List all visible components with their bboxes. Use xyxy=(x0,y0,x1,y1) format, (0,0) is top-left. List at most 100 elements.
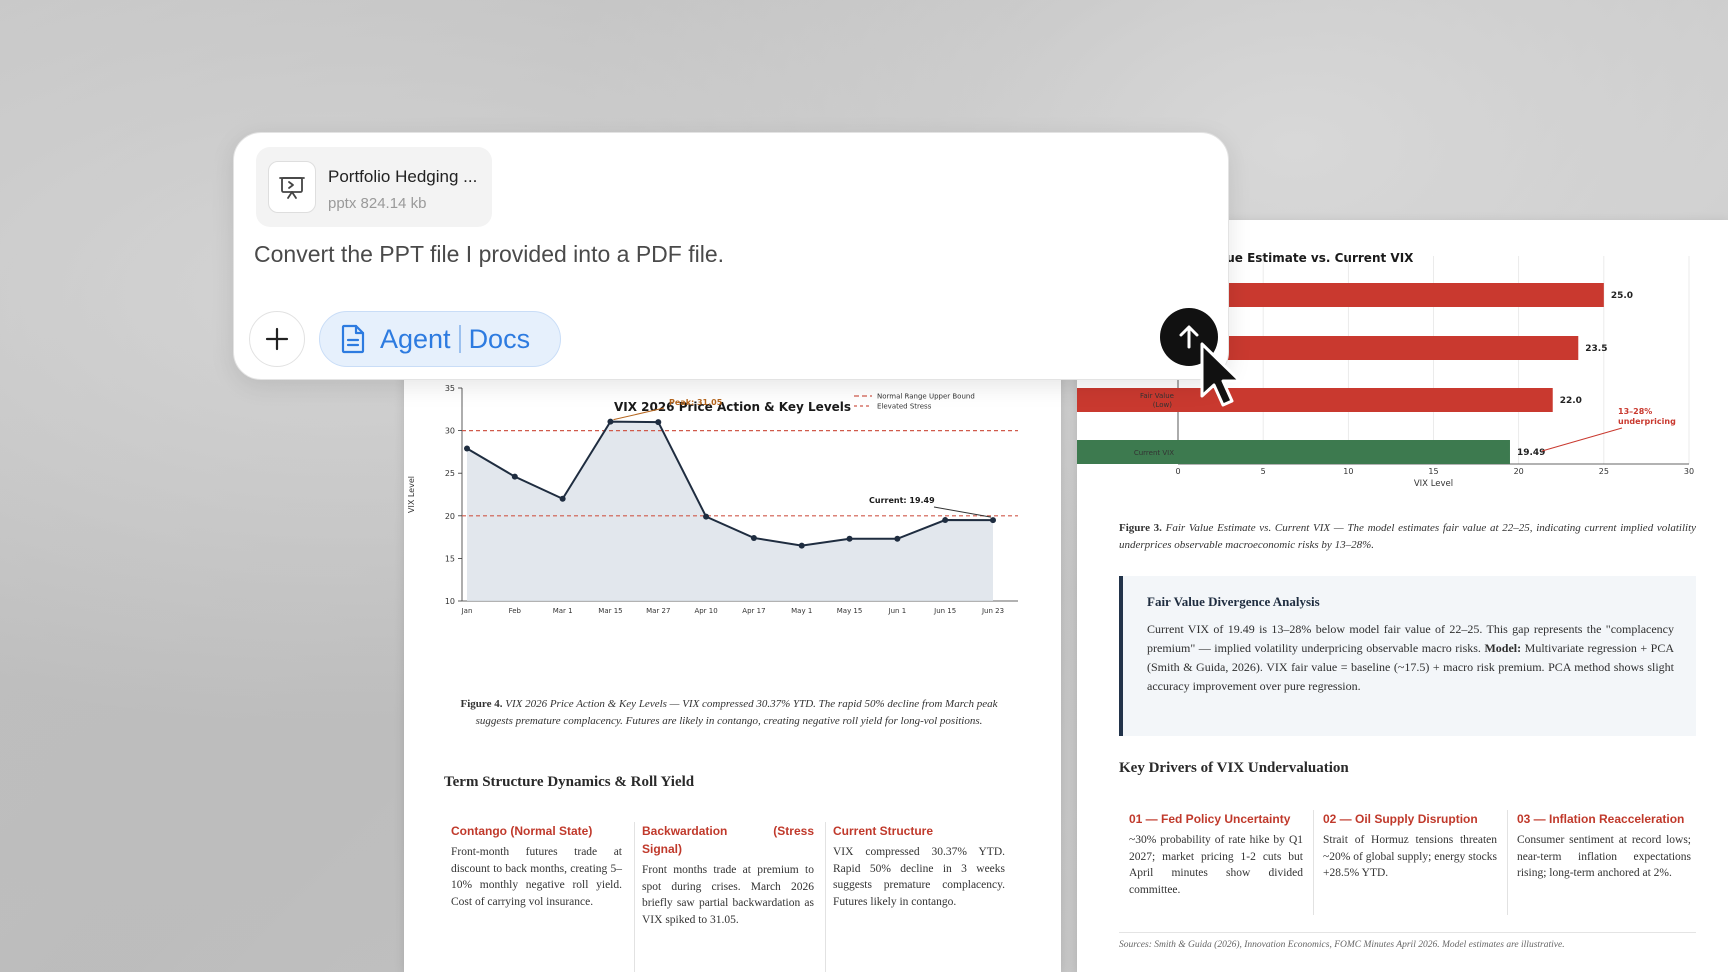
bar-value-label: 19.49 xyxy=(1517,448,1545,458)
underpricing-annotation: underpricing xyxy=(1618,417,1676,426)
current-structure-heading: Current Structure xyxy=(833,824,934,838)
current-structure-text: VIX compressed 30.37% YTD. Rapid 50% dec… xyxy=(833,846,1005,908)
x-tick-label: 10 xyxy=(1343,467,1353,476)
backwardation-text: Front months trade at premium to spot du… xyxy=(642,864,814,926)
data-point xyxy=(798,542,805,549)
y-tick-label: 25 xyxy=(445,469,455,478)
x-tick-label: Jan xyxy=(461,607,473,615)
x-tick-label: 0 xyxy=(1175,467,1180,476)
key-drivers-columns: 01 — Fed Policy Uncertainty ~30% probabi… xyxy=(1119,810,1696,930)
y-tick-label: 30 xyxy=(445,427,455,436)
data-point xyxy=(559,495,566,502)
vix-line-chart: 10 15 20 25 30 35 Jan Feb Mar 1 Mar 15 Mar 27 Apr 1… xyxy=(407,384,1018,615)
data-point xyxy=(703,513,710,520)
data-point xyxy=(894,535,901,542)
driver-oil-column: 02 — Oil Supply Disruption Strait of Hor… xyxy=(1323,810,1497,882)
figure-4-caption: Figure 4. VIX 2026 Price Action & Key Le… xyxy=(444,696,1014,730)
x-tick-label: Mar 15 xyxy=(598,607,622,615)
contango-column: Contango (Normal State) Front-month futu… xyxy=(451,822,622,910)
figure-3-text: Fair Value Estimate vs. Current VIX — Th… xyxy=(1119,522,1697,551)
contango-text: Front-month futures trade at discount to… xyxy=(451,846,622,908)
column-divider xyxy=(825,822,826,972)
x-tick-label: Apr 10 xyxy=(694,607,717,615)
plus-icon xyxy=(265,327,289,351)
agent-label: Agent xyxy=(380,323,451,354)
data-point xyxy=(990,517,996,524)
term-structure-columns: Contango (Normal State) Front-month futu… xyxy=(444,822,1016,972)
file-name: Portfolio Hedging ... xyxy=(328,167,478,186)
y-tick-label: (Low) xyxy=(1153,401,1173,409)
x-tick-label: 30 xyxy=(1684,467,1694,476)
current-annotation: Current: 19.49 xyxy=(869,496,935,505)
figure-4-label: Figure 4. xyxy=(460,698,503,710)
bar-value-label: 22.0 xyxy=(1560,396,1582,406)
area-fill xyxy=(467,421,993,601)
chat-composer: Portfolio Hedging ... pptx 824.14 kb Con… xyxy=(233,132,1229,380)
driver-oil-heading: 02 — Oil Supply Disruption xyxy=(1323,812,1478,826)
add-attachment-button[interactable] xyxy=(249,311,305,367)
data-point xyxy=(511,473,518,480)
x-tick-label: 25 xyxy=(1599,467,1609,476)
x-tick-label: Apr 17 xyxy=(742,607,765,615)
y-tick-label: 15 xyxy=(445,554,455,563)
x-tick-label: Mar 27 xyxy=(646,607,670,615)
document-page-left: VIX 2026 Price Action & Key Levels 10 15 2… xyxy=(404,360,1061,972)
mode-separator xyxy=(458,325,461,353)
presentation-file-icon xyxy=(268,161,316,213)
driver-fed-column: 01 — Fed Policy Uncertainty ~30% probabi… xyxy=(1129,810,1303,898)
bar-value-label: 25.0 xyxy=(1611,291,1633,301)
data-point xyxy=(655,419,662,426)
x-tick-label: Jun 15 xyxy=(933,607,956,615)
x-tick-label: Feb xyxy=(509,607,522,615)
y-axis-label: VIX Level xyxy=(407,476,416,513)
contango-heading: Contango (Normal State) xyxy=(451,824,593,838)
callout-body: Current VIX of 19.49 is 13–28% below mod… xyxy=(1147,622,1674,693)
driver-oil-text: Strait of Hormuz tensions threaten ~20% … xyxy=(1323,834,1497,879)
y-tick-label: Current VIX xyxy=(1134,449,1174,457)
callout-title: Fair Value Divergence Analysis xyxy=(1147,594,1320,609)
x-tick-label: Mar 1 xyxy=(553,607,573,615)
key-drivers-heading: Key Drivers of VIX Undervaluation xyxy=(1119,760,1349,776)
driver-inflation-heading: 03 — Inflation Reacceleration xyxy=(1517,812,1685,826)
prompt-input[interactable]: Convert the PPT file I provided into a P… xyxy=(254,241,724,268)
figure-3-label: Figure 3. xyxy=(1119,522,1162,534)
x-axis-label: VIX Level xyxy=(1414,479,1453,489)
data-point xyxy=(846,535,853,542)
x-tick-label: May 1 xyxy=(791,607,812,615)
driver-fed-text: ~30% probability of rate hike by Q1 2027… xyxy=(1129,834,1303,896)
underpricing-annotation: 13–28% xyxy=(1618,407,1652,416)
driver-inflation-column: 03 — Inflation Reacceleration Consumer s… xyxy=(1517,810,1691,882)
legend-label: Normal Range Upper Bound xyxy=(877,393,975,401)
driver-inflation-text: Consumer sentiment at record lows; near-… xyxy=(1517,834,1691,879)
footer-divider xyxy=(1119,932,1696,933)
y-tick-label: Fair Value xyxy=(1140,392,1174,400)
data-point xyxy=(750,534,757,541)
figure-4-text: VIX 2026 Price Action & Key Levels — VIX… xyxy=(475,698,998,727)
data-point xyxy=(464,445,470,452)
current-structure-column: Current Structure VIX compressed 30.37% … xyxy=(833,822,1005,910)
column-divider xyxy=(634,822,635,972)
document-icon xyxy=(341,324,365,354)
backwardation-heading: Backwardation (Stress Signal) xyxy=(642,824,814,856)
x-tick-label: Jun 23 xyxy=(981,607,1004,615)
backwardation-column: Backwardation (Stress Signal) Front mont… xyxy=(642,822,814,928)
y-tick-label: 35 xyxy=(445,384,455,393)
x-tick-label: 5 xyxy=(1261,467,1266,476)
fair-value-callout: Fair Value Divergence Analysis Current V… xyxy=(1119,576,1696,736)
attached-file-chip[interactable]: Portfolio Hedging ... pptx 824.14 kb xyxy=(256,147,492,227)
x-tick-label: 15 xyxy=(1428,467,1438,476)
term-structure-heading: Term Structure Dynamics & Roll Yield xyxy=(444,774,695,790)
agent-docs-mode-button[interactable]: Agent Docs xyxy=(319,311,561,367)
column-divider xyxy=(1313,810,1314,915)
x-tick-label: Jun 1 xyxy=(888,607,907,615)
y-tick-label: 10 xyxy=(445,597,455,606)
data-point xyxy=(607,418,614,425)
sources-note: Sources: Smith & Guida (2026), Innovatio… xyxy=(1119,940,1565,950)
underpricing-annotation-arrow xyxy=(1541,427,1623,452)
docs-label: Docs xyxy=(468,323,531,354)
peak-annotation: Peak: 31.05 xyxy=(669,398,723,407)
figure-3-caption: Figure 3. Fair Value Estimate vs. Curren… xyxy=(1119,520,1696,554)
file-meta: pptx 824.14 kb xyxy=(328,195,427,212)
data-point xyxy=(942,517,949,524)
bar-value-label: 23.5 xyxy=(1585,344,1607,354)
